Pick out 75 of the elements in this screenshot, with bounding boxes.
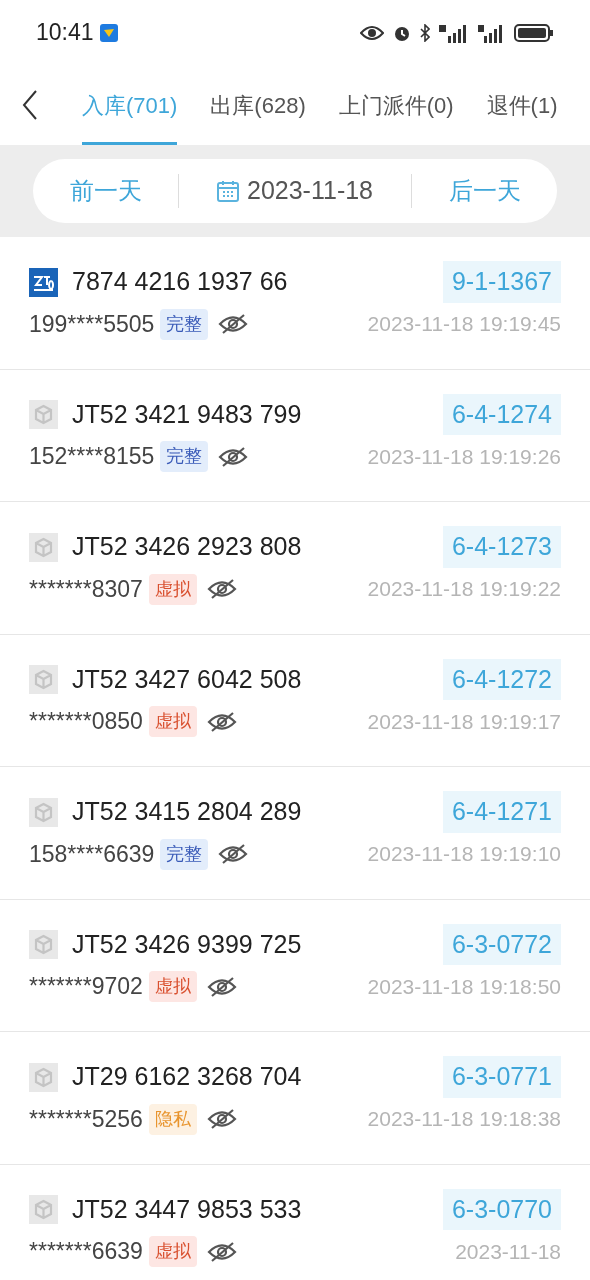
- phone-number: 158****6639: [29, 839, 155, 869]
- shelf-code: 9-1-1367: [442, 261, 561, 303]
- parcel-row[interactable]: JT52 3415 2804 289 6-4-1271 158****6639 完整 2023-11-18 19:19:10: [0, 767, 590, 900]
- tracking-number: JT52 3415 2804 289: [72, 796, 302, 828]
- hidden-eye-icon[interactable]: [218, 446, 249, 467]
- status-tag: 虚拟: [148, 1236, 197, 1267]
- battery-icon: [514, 22, 554, 43]
- package-icon: [29, 930, 58, 959]
- hidden-eye-icon[interactable]: [206, 976, 237, 997]
- phone-number: 199****5505: [29, 309, 155, 339]
- shelf-code: 6-3-0771: [442, 1056, 561, 1098]
- hidden-eye-icon[interactable]: [218, 314, 249, 334]
- tracking-number: JT52 3421 9483 799: [72, 398, 302, 430]
- hidden-eye-icon[interactable]: [218, 844, 249, 864]
- parcel-row[interactable]: JT52 3447 9853 533 6-3-0770 *******6639 虚拟 2023-11-18: [0, 1164, 590, 1280]
- phone-number: *******9702: [29, 972, 143, 1002]
- status-tag: 隐私: [148, 1103, 197, 1135]
- timestamp: 2023-11-18 19:19:10: [367, 841, 561, 868]
- tracking-number: JT29 6162 3268 704: [72, 1061, 302, 1093]
- status-tag: 虚拟: [148, 706, 197, 737]
- back-icon[interactable]: [22, 89, 38, 121]
- status-tag: 虚拟: [148, 573, 197, 605]
- tracking-number: JT52 3426 2923 808: [72, 531, 302, 563]
- timestamp: 2023-11-18 19:18:50: [367, 973, 561, 1000]
- parcel-row[interactable]: JT52 3426 2923 808 6-4-1273 *******8307 虚拟 2023-11-18 19:19:22: [0, 502, 590, 635]
- package-icon: [29, 1062, 58, 1092]
- shelf-code: 6-4-1274: [442, 393, 561, 436]
- package-icon: [29, 532, 58, 562]
- parcel-row[interactable]: JT29 6162 3268 704 6-3-0771 *******5256 隐私 2023-11-18 19:18:38: [0, 1032, 590, 1165]
- shelf-code: 6-3-0770: [442, 1188, 561, 1231]
- app-icon: [99, 23, 118, 42]
- timestamp: 2023-11-18 19:19:17: [367, 708, 561, 735]
- tracking-number: JT52 3427 6042 508: [72, 663, 302, 695]
- status-tag: 虚拟: [148, 971, 197, 1002]
- phone-number: *******8307: [29, 574, 143, 604]
- hidden-eye-icon[interactable]: [206, 1109, 237, 1129]
- tracking-number: JT52 3426 9399 725: [72, 928, 302, 960]
- parcel-row[interactable]: JT52 3426 9399 725 6-3-0772 *******9702 虚拟 2023-11-18 19:18:50: [0, 899, 590, 1032]
- phone-number: *******6639: [29, 1237, 143, 1267]
- shelf-code: 6-4-1271: [442, 791, 561, 833]
- hidden-eye-icon[interactable]: [206, 711, 237, 732]
- phone-number: *******5256: [29, 1104, 143, 1134]
- tab[interactable]: 退件(1): [486, 65, 558, 145]
- timestamp: 2023-11-18: [455, 1238, 561, 1265]
- package-icon: [29, 400, 58, 429]
- shelf-code: 6-4-1273: [442, 526, 561, 568]
- date-picker[interactable]: 2023-11-18: [247, 172, 373, 210]
- bluetooth-icon: [420, 23, 430, 42]
- parcel-row[interactable]: JT52 3421 9483 799 6-4-1274 152****8155 完整 2023-11-18 19:19:26: [0, 369, 590, 502]
- phone-number: 152****8155: [29, 442, 155, 472]
- status-tag: 完整: [160, 441, 209, 472]
- calendar-icon: [217, 180, 239, 202]
- timestamp: 2023-11-18 19:19:22: [367, 576, 561, 603]
- timestamp: 2023-11-18 19:19:26: [367, 443, 561, 470]
- status-tag: 完整: [160, 308, 209, 340]
- shelf-code: 6-3-0772: [442, 923, 561, 966]
- parcel-row[interactable]: JT52 3427 6042 508 6-4-1272 *******0850 虚拟 2023-11-18 19:19:17: [0, 634, 590, 767]
- status-tag: 完整: [160, 838, 209, 870]
- parcel-row[interactable]: 7874 4216 1937 66 9-1-1367 199****5505 完整 2023-11-18 19:19:45: [0, 237, 590, 370]
- hidden-eye-icon[interactable]: [206, 579, 237, 599]
- timestamp: 2023-11-18 19:18:38: [367, 1106, 561, 1133]
- eye-icon: [360, 24, 384, 41]
- tab[interactable]: 上门派件(0): [338, 65, 454, 145]
- package-icon: [29, 665, 58, 694]
- package-icon: [29, 1195, 58, 1224]
- tracking-number: 7874 4216 1937 66: [72, 266, 288, 298]
- tracking-number: JT52 3447 9853 533: [72, 1193, 302, 1225]
- phone-number: *******0850: [29, 707, 143, 737]
- timestamp: 2023-11-18 19:19:45: [367, 311, 561, 338]
- shelf-code: 6-4-1272: [442, 658, 561, 701]
- package-icon: [29, 797, 58, 827]
- carrier-logo-icon: [29, 267, 58, 297]
- status-time: 10:41: [36, 18, 94, 48]
- tab[interactable]: 出库(628): [210, 65, 306, 145]
- hidden-eye-icon[interactable]: [206, 1241, 237, 1262]
